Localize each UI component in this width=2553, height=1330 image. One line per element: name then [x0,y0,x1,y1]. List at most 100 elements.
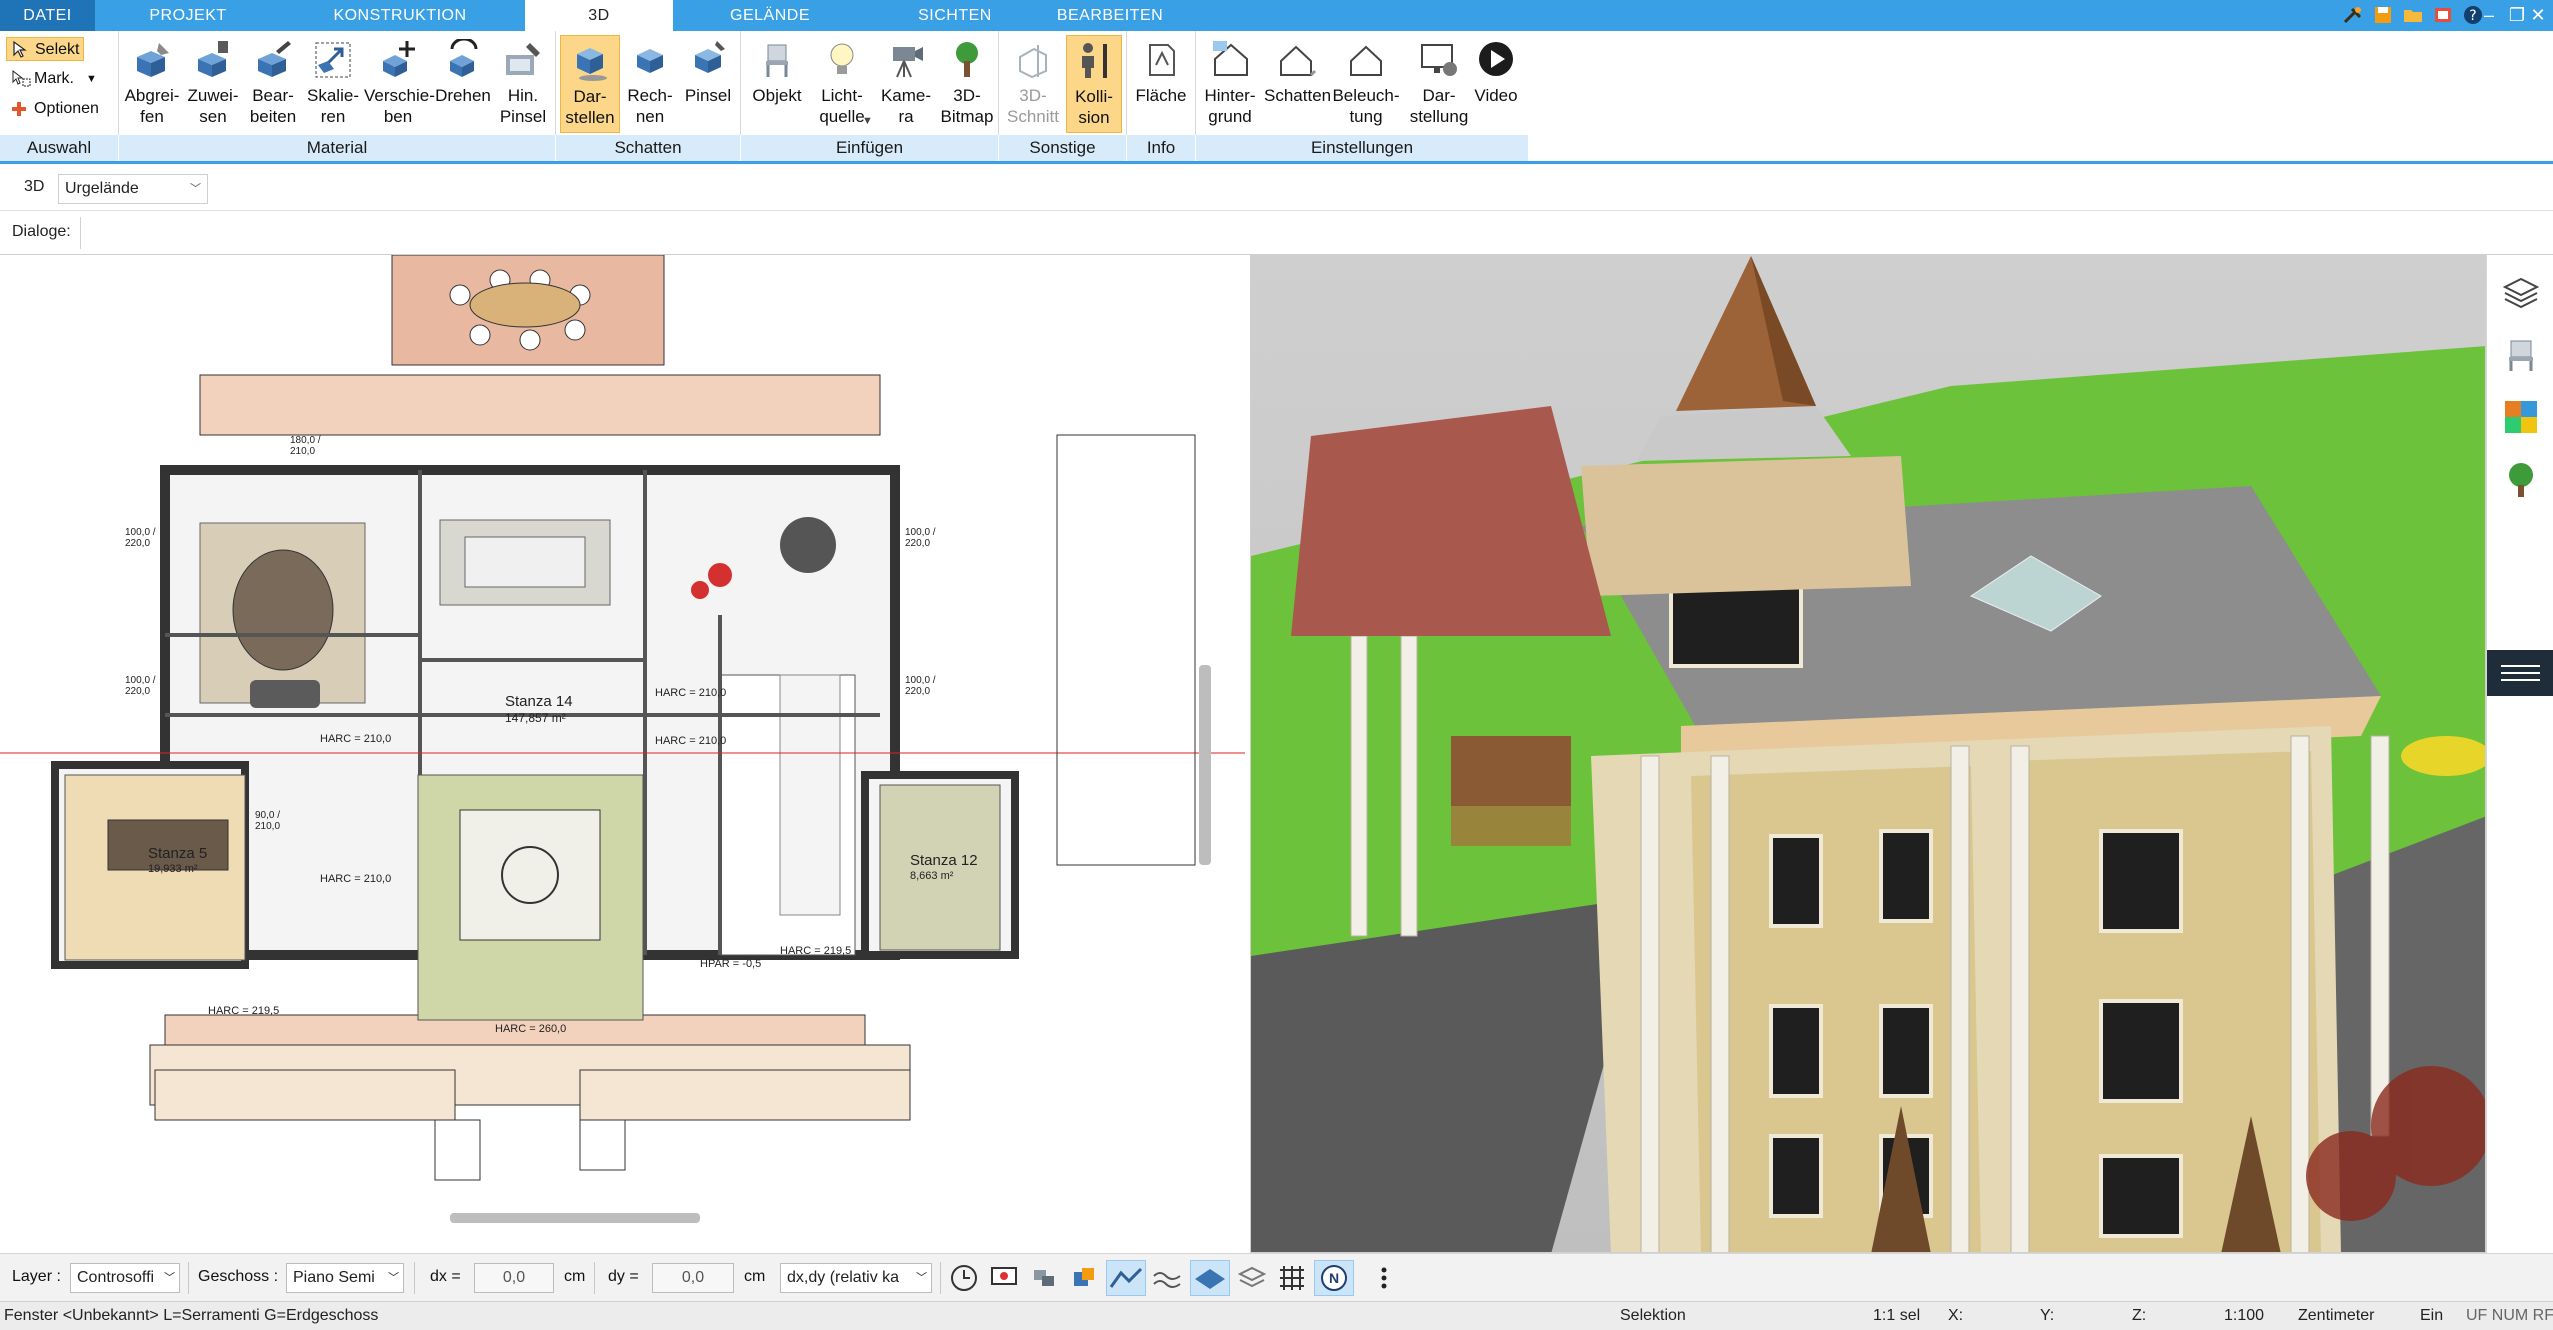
hin-pinsel-button[interactable]: Hin. Pinsel [494,35,552,133]
3d-schnitt-button[interactable]: 3D- Schnitt [1002,35,1064,133]
materials-icon[interactable] [2501,397,2541,437]
abgreifen-button[interactable]: Abgrei- fen [122,35,182,133]
schatten-pinsel-button[interactable]: Pinsel [680,35,736,133]
save-icon[interactable] [2371,4,2395,26]
schatten-darstellen-button[interactable]: Dar- stellen [560,35,620,133]
tab-datei[interactable]: DATEI [0,0,95,31]
tab-gelaende[interactable]: GELÄNDE [700,0,840,31]
terrain-toggle-active[interactable] [1106,1260,1146,1296]
verschieben-button[interactable]: Verschie- ben [364,35,435,133]
person-collision-icon [1082,43,1107,78]
tools-icon[interactable] [2341,4,2365,26]
schatten-rechnen-button[interactable]: Rech- nen [622,35,678,133]
light-bulb-icon [830,43,854,74]
dy-input[interactable]: 0,0 [652,1263,734,1293]
rotate-icon [450,39,478,77]
verschieben-label-2: ben [383,107,413,126]
einst-schatten-label-1: Schatten [1264,86,1332,105]
3d-bitmap-button[interactable]: 3D- Bitmap [938,35,996,133]
beleuchtung-button[interactable]: Beleuch- tung [1330,35,1402,133]
kollision-label-1: Kolli- [1075,87,1113,106]
flaeche-button[interactable]: Fläche [1130,35,1192,133]
dx-input-value: 0,0 [502,1269,526,1286]
house-shadow-icon [1280,45,1317,77]
right-sidebar [2486,255,2553,1253]
mark-icon [12,69,31,87]
drehen-button[interactable]: Drehen [434,35,492,133]
chair-catalog-icon[interactable] [2501,335,2541,375]
close-button[interactable]: ✕ [2523,0,2553,31]
dy-input-value: 0,0 [681,1269,705,1286]
3d-schnitt-label-2: Schnitt [1007,107,1059,126]
skalieren-button[interactable]: Skalie- ren [304,35,362,133]
einst-schatten-button[interactable]: Schatten [1264,35,1332,133]
plants-icon[interactable] [2501,459,2541,499]
north-toggle-active[interactable]: N [1314,1260,1354,1296]
coordinate-mode-select[interactable]: dx,dy (relativ ka ﹀ [780,1263,932,1293]
selekt-button[interactable]: Selekt [6,37,84,61]
group-label-einfuegen: Einfügen [741,135,998,161]
skalieren-label-2: ren [320,107,346,126]
group-label-schatten: Schatten [556,135,740,161]
status-bar: Fenster <Unbekannt> L=Serramenti G=Erdge… [0,1301,2553,1330]
rechnen-label-2: nen [635,107,665,126]
annotation-dim-180-210: 180,0 / 210,0 [290,435,321,457]
scale-icon [315,42,351,78]
dx-input[interactable]: 0,0 [474,1263,554,1293]
annotation-dim-100-220-c: 100,0 / 220,0 [905,527,936,549]
shadow-brush-icon [695,41,725,73]
tab-konstruktion[interactable]: KONSTRUKTION [320,0,480,31]
more-options-icon[interactable] [1368,1262,1400,1294]
geschoss-select[interactable]: Piano Semi ﹀ [286,1263,404,1293]
dialogs-label: Dialoge: [12,223,71,240]
optionen-button[interactable]: Optionen [6,97,116,121]
screen-capture-icon[interactable] [988,1262,1020,1294]
objects-icon[interactable] [1028,1262,1060,1294]
app-window: DATEI PROJEKT KONSTRUKTION 3D GELÄNDE SI… [0,0,2553,1330]
panel-toggle[interactable] [2487,650,2553,696]
hintergrund-label-2: grund [1208,107,1252,126]
clock-icon[interactable] [948,1262,980,1294]
mark-button[interactable]: Mark. ▼ [6,67,97,91]
layers-icon[interactable] [2501,273,2541,313]
terrain-select[interactable]: Urgelände ﹀ [58,174,208,204]
3d-view[interactable] [1250,255,2486,1253]
geschoss-select-value: Piano Semi [293,1269,375,1286]
move-icon [383,41,415,77]
darstellung-button[interactable]: Dar- stellung [1404,35,1474,133]
plane-toggle-active[interactable] [1190,1260,1230,1296]
view-subbar: 3D Urgelände ﹀ [0,167,2553,211]
kollision-button[interactable]: Kolli- sion [1066,35,1122,133]
video-button[interactable]: Video [1466,35,1526,133]
floor-plan-view[interactable]: Stanza 14 147,857 m² Stanza 5 19,933 m² … [0,255,1245,1230]
darstellen-label-1: Dar- [573,87,607,106]
wave-icon[interactable] [1152,1262,1184,1294]
lichtquelle-button[interactable]: Licht- quelle ▼ [810,35,874,133]
dx-unit: cm [564,1268,586,1285]
section-cut-icon [1019,45,1047,79]
status-sel: 1:1 sel [1873,1307,1921,1324]
chevron-down-icon: ﹀ [190,183,201,195]
folder-icon[interactable] [2401,4,2425,26]
tab-bearbeiten[interactable]: BEARBEITEN [1045,0,1175,31]
objekt-label-1: Objekt [752,86,802,105]
annotation-harc-210: HARC = 210,0 [320,733,392,745]
zuweisen-button[interactable]: Zuwei- sen [184,35,242,133]
objekt-button[interactable]: Objekt [746,35,808,133]
tab-sichten[interactable]: SICHTEN [890,0,1020,31]
bearbeiten-button[interactable]: Bear- beiten [244,35,302,133]
layer-select[interactable]: Controsoffi ﹀ [70,1263,180,1293]
status-z: Z: [2132,1307,2147,1324]
abgreifen-label-1: Abgrei- [124,86,180,105]
svg-text:N: N [1329,1270,1339,1286]
kamera-button[interactable]: Kame- ra [876,35,936,133]
grid-icon[interactable] [1276,1262,1308,1294]
dx-label: dx = [430,1268,461,1285]
status-selektion: Selektion [1620,1307,1686,1324]
cube-stack-icon[interactable] [1068,1262,1100,1294]
layers-toggle-icon[interactable] [1236,1262,1268,1294]
settings-icon[interactable] [2431,4,2455,26]
tab-projekt[interactable]: PROJEKT [118,0,258,31]
tab-3d[interactable]: 3D [525,0,673,32]
hintergrund-button[interactable]: Hinter- grund [1198,35,1262,133]
